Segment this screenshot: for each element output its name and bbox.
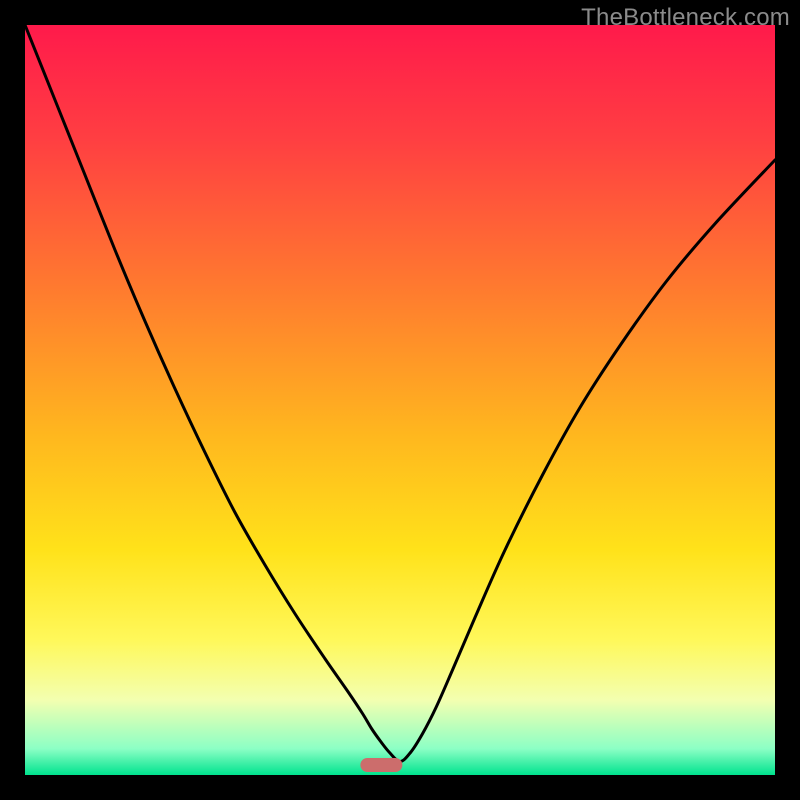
optimum-marker — [361, 758, 402, 772]
plot-area — [25, 25, 775, 775]
heat-gradient-background — [25, 25, 775, 775]
chart-frame: TheBottleneck.com — [0, 0, 800, 800]
